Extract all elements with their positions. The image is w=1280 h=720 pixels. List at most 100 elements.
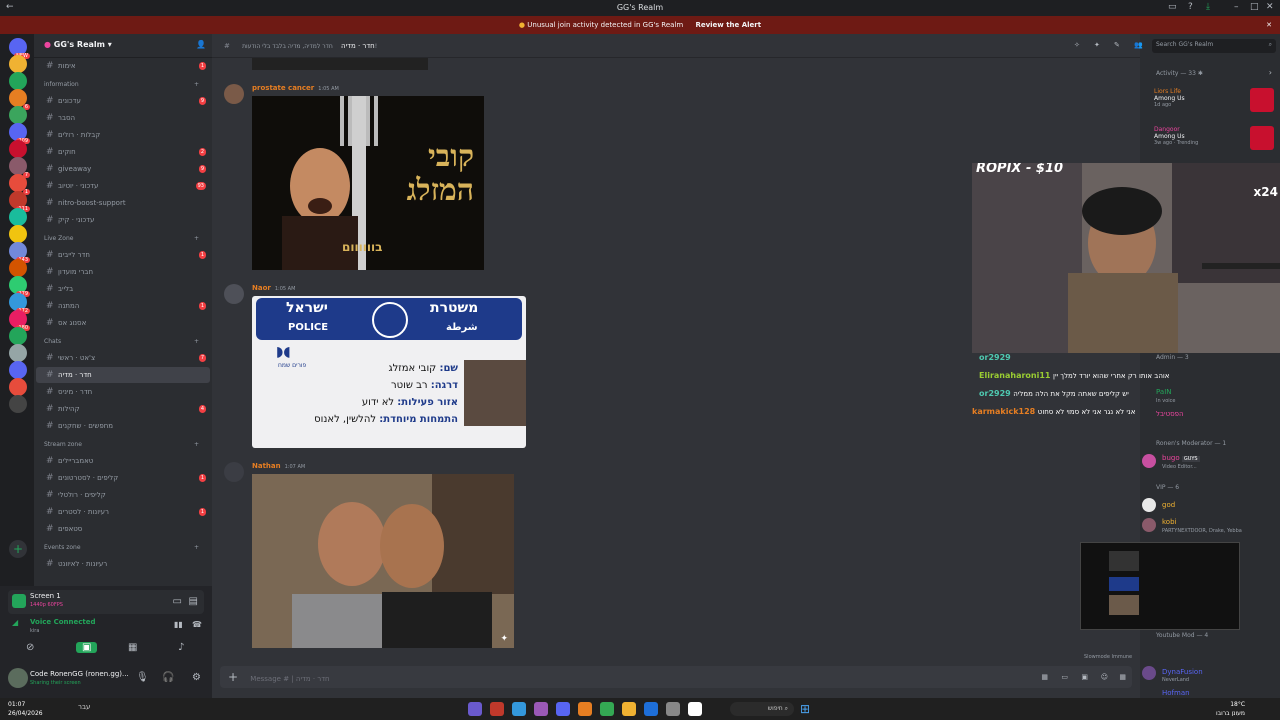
channel-category[interactable]: Chats +: [44, 338, 199, 345]
taskbar-app-icon[interactable]: [512, 702, 526, 716]
poster-image[interactable]: קובי המזלג בוווווום: [252, 96, 484, 270]
server-icon[interactable]: [9, 225, 27, 243]
server-icon[interactable]: [9, 344, 27, 362]
server-icon[interactable]: NEW: [9, 38, 30, 59]
mic-icon[interactable]: 🎙: [136, 672, 149, 683]
channel-item[interactable]: # קליפים · רולטלי: [36, 487, 210, 503]
soundboard-icon[interactable]: ♪: [178, 642, 184, 653]
channel-item[interactable]: # nitro-boost-support: [36, 195, 210, 211]
noise-icon[interactable]: ▮▮: [174, 620, 183, 629]
taskbar-app-icon[interactable]: [622, 702, 636, 716]
member-name[interactable]: god: [1162, 501, 1175, 509]
avatar[interactable]: [224, 284, 244, 304]
server-header[interactable]: ● GG's Realm ▾ 👤: [34, 34, 212, 58]
message-input[interactable]: Message # | חדר · מדיה: [250, 675, 329, 683]
channel-item[interactable]: # קהילות 4: [36, 401, 210, 417]
server-icon[interactable]: 172: [9, 293, 30, 314]
message-author[interactable]: prostate cancer 1:05 AM: [252, 84, 339, 92]
server-icon[interactable]: [9, 208, 27, 226]
avatar[interactable]: [224, 84, 244, 104]
screen-share-box[interactable]: Screen 1 1440p 60FPS ▭ ▤: [8, 590, 204, 614]
photo-image[interactable]: ✦: [252, 474, 514, 648]
disconnect-icon[interactable]: ☎: [192, 620, 202, 629]
channel-item[interactable]: # עדכונים 9: [36, 93, 210, 109]
stop-stream-icon[interactable]: ▤: [189, 596, 198, 607]
voice-channel[interactable]: kira: [30, 628, 39, 634]
clock[interactable]: 01:07 26/04/2026: [8, 700, 43, 718]
server-icon[interactable]: 180: [9, 310, 30, 331]
channel-category[interactable]: Events zone +: [44, 544, 199, 551]
activity-item[interactable]: Dangoor Among Us 3w ago · Trending: [1154, 126, 1274, 156]
taskbar-app-icon[interactable]: [644, 702, 658, 716]
server-icon[interactable]: 209: [9, 123, 30, 144]
channel-item[interactable]: # רעיונות · לסטרים 1: [36, 504, 210, 520]
channel-item[interactable]: # giveaway 9: [36, 161, 210, 177]
member-name[interactable]: DynaFusion: [1162, 668, 1203, 676]
taskbar-app-icon[interactable]: [534, 702, 548, 716]
channel-item[interactable]: # עדכוני · קיק: [36, 212, 210, 228]
author-name[interactable]: Naor: [252, 284, 271, 292]
server-icon[interactable]: [9, 106, 27, 124]
message-composer[interactable]: + Message # | חדר · מדיה ▦ ▭ ▣ ☺ ▦: [220, 666, 1132, 688]
weather-widget[interactable]: 18°C מעונן ברובו: [1216, 700, 1245, 718]
taskbar-search[interactable]: חיפוש ⌕: [730, 702, 794, 716]
member-name[interactable]: bugo GUYS: [1162, 454, 1200, 462]
channel-item[interactable]: # חדר · מיניס: [36, 384, 210, 400]
members-icon[interactable]: 👥: [1134, 41, 1143, 49]
server-icon[interactable]: 279: [9, 276, 30, 297]
share-screen-icon[interactable]: ▣: [76, 642, 98, 653]
minimize-icon[interactable]: –: [1234, 2, 1239, 12]
channel-category[interactable]: Stream zone +: [44, 441, 199, 448]
taskbar-app-icon[interactable]: [600, 702, 614, 716]
server-icon[interactable]: 6: [9, 89, 30, 110]
member-name[interactable]: Hofman: [1162, 689, 1190, 697]
channel-item[interactable]: # צ'אט · ראשי 7: [36, 350, 210, 366]
server-icon[interactable]: [9, 327, 27, 345]
taskbar-app-icon[interactable]: [556, 702, 570, 716]
popout-icon[interactable]: ▭: [173, 596, 182, 607]
add-channel-icon[interactable]: +: [194, 81, 199, 88]
server-icon[interactable]: [9, 259, 27, 277]
taskbar-app-icon[interactable]: [666, 702, 680, 716]
mod-name[interactable]: bugo: [1162, 454, 1180, 462]
author-name[interactable]: Nathan: [252, 462, 281, 470]
author-name[interactable]: prostate cancer: [252, 84, 314, 92]
language-indicator[interactable]: עבר: [78, 703, 90, 711]
add-attachment-icon[interactable]: +: [228, 670, 238, 684]
add-channel-icon[interactable]: +: [194, 544, 199, 551]
server-icon[interactable]: [9, 395, 27, 413]
avatar[interactable]: [1142, 498, 1156, 512]
server-icon[interactable]: [9, 55, 27, 73]
download-icon[interactable]: ⤓: [1206, 2, 1210, 12]
search-input[interactable]: Search GG's Realm ⌕: [1152, 39, 1276, 53]
emoji-icon[interactable]: ☺: [1101, 666, 1108, 688]
add-member-icon[interactable]: 👤: [196, 40, 206, 49]
channel-item[interactable]: # חדר לייבים 1: [36, 247, 210, 263]
previous-image[interactable]: [252, 58, 428, 70]
channel-item[interactable]: # מחפשים · שחקנים: [36, 418, 210, 434]
channel-item[interactable]: # רעיונות · לאיוונט: [36, 556, 210, 572]
channel-item[interactable]: # אימות 1: [36, 58, 210, 74]
channel-item[interactable]: # בלייב: [36, 281, 210, 297]
sticker-icon[interactable]: ▣: [1081, 666, 1088, 688]
taskbar-app-icon[interactable]: [688, 702, 702, 716]
pin-icon[interactable]: ✎: [1114, 41, 1120, 49]
screen-preview[interactable]: [1080, 542, 1240, 630]
avatar[interactable]: [224, 462, 244, 482]
server-icon[interactable]: 7: [9, 157, 30, 178]
server-icon[interactable]: 1: [9, 174, 30, 195]
add-channel-icon[interactable]: +: [194, 441, 199, 448]
mute-icon[interactable]: ✦: [1094, 41, 1100, 49]
server-icon[interactable]: [9, 140, 27, 158]
channel-category[interactable]: Live Zone +: [44, 235, 199, 242]
avatar[interactable]: [1142, 518, 1156, 532]
server-icon[interactable]: [9, 72, 27, 90]
server-icon[interactable]: 143: [9, 242, 30, 263]
server-icon[interactable]: [9, 361, 27, 379]
channel-category[interactable]: information +: [44, 81, 199, 88]
add-server-icon[interactable]: +: [9, 540, 27, 558]
taskbar-app-icon[interactable]: [490, 702, 504, 716]
close-window-icon[interactable]: ✕: [1266, 2, 1274, 12]
message-author[interactable]: Nathan 1:07 AM: [252, 462, 305, 470]
channel-item[interactable]: # הסבר: [36, 110, 210, 126]
